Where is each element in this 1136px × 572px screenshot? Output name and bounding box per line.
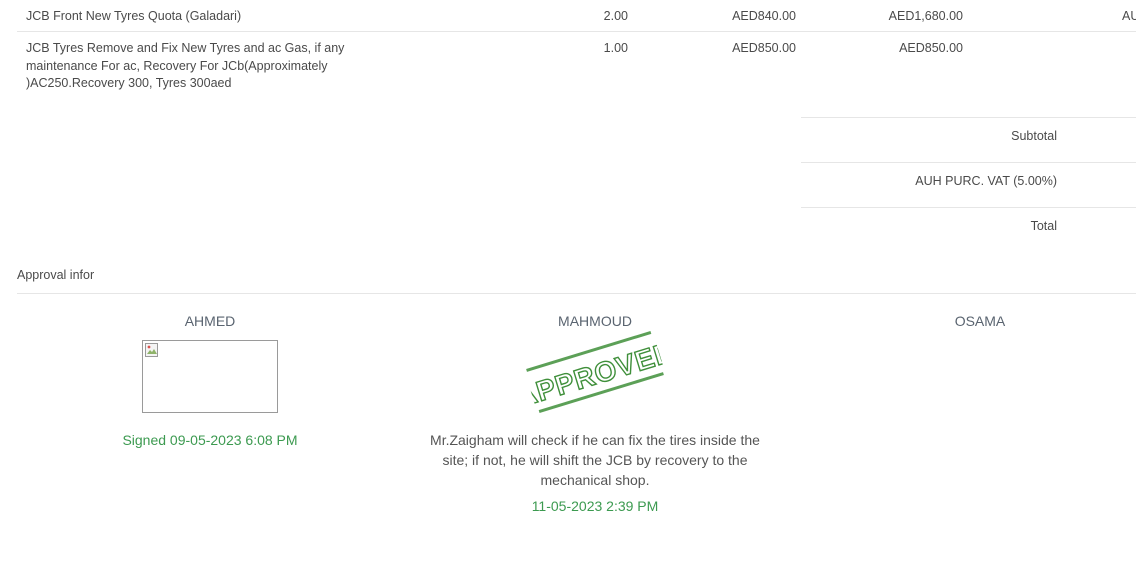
total-label: Total [1030,219,1057,233]
summary-divider [801,162,1136,163]
summary-divider [801,117,1136,118]
signature-image [142,340,278,413]
approval-date: 11-05-2023 2:39 PM [531,498,659,514]
table-row: JCB Front New Tyres Quota (Galadari) 2.0… [17,0,1136,32]
line-subtotal: AED850.00 [899,41,963,55]
line-description: JCB Front New Tyres Quota (Galadari) [26,9,242,23]
line-unit-price: AED840.00 [732,9,796,23]
approver-name-ahmed: AHMED [184,313,236,329]
summary-divider [801,207,1136,208]
line-quantity: 1.00 [603,41,628,55]
table-row: JCB Tyres Remove and Fix New Tyres and a… [17,32,1136,102]
approver-name-mahmoud: MAHMOUD [558,313,632,329]
approved-stamp-text: APPROVED [523,335,666,413]
section-divider [17,293,1136,294]
broken-image-icon [145,343,158,357]
line-total: AU [1122,9,1136,23]
approver-name-osama: OSAMA [954,313,1006,329]
approved-stamp: APPROVED [512,328,680,417]
vat-label: AUH PURC. VAT (5.00%) [915,174,1057,188]
signed-timestamp: Signed 09-05-2023 6:08 PM [122,432,298,448]
subtotal-label: Subtotal [1011,129,1057,143]
line-unit-price: AED850.00 [732,41,796,55]
line-subtotal: AED1,680.00 [888,9,963,23]
approved-stamp-graphic: APPROVED [512,331,680,414]
line-quantity: 2.00 [603,9,628,23]
approval-comment: Mr.Zaigham will check if he can fix the … [430,432,760,488]
approval-section-title: Approval infor [17,268,95,282]
line-description: JCB Tyres Remove and Fix New Tyres and a… [26,41,345,90]
